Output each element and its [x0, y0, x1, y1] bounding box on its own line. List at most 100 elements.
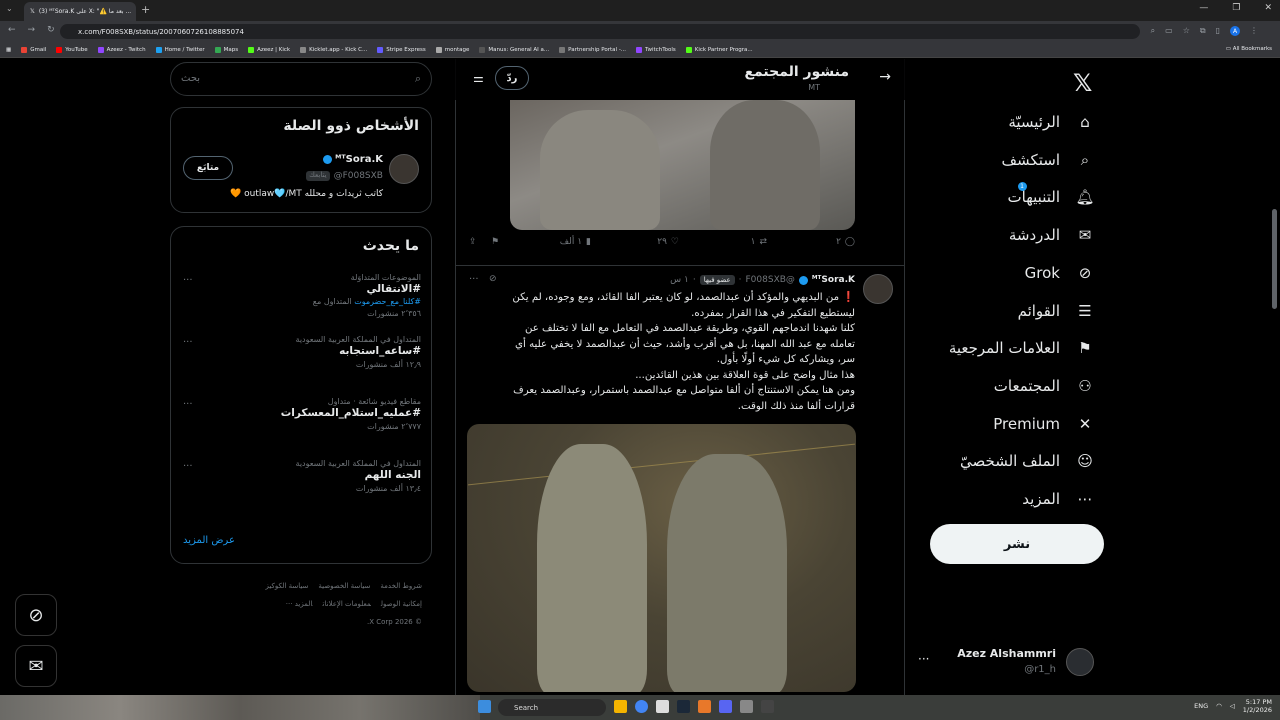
bookmark-item[interactable]: Kicklet.app - Kick C... [300, 46, 367, 53]
nav-item-x-premium[interactable]: ✕ Premium [993, 413, 1096, 435]
clock[interactable]: 5:17 PM 1/2/2026 [1243, 698, 1272, 714]
trend-more-icon[interactable]: ··· [183, 275, 193, 286]
person-name[interactable]: ᴹᵀSora.K [323, 154, 383, 165]
trend-item[interactable]: الموضوعات المتداوَلة #الانتقالي #كلنا_مع_ح… [183, 273, 421, 333]
browser-tab[interactable]: 𝕏 (3) ᴹᵀSora.K على X: "⚠️ بعد ما ... ✕ [24, 2, 136, 21]
nav-item-bookmark[interactable]: ⚑ العلامات المرجعية [949, 337, 1096, 359]
star-icon[interactable]: ☆ [1183, 26, 1190, 36]
more-options-icon[interactable]: ··· [469, 274, 479, 285]
bookmark-item[interactable]: montage [435, 46, 469, 53]
volume-icon[interactable]: ◁ [1230, 702, 1235, 710]
nav-item-list[interactable]: ☰ القوائم [1018, 300, 1096, 322]
windows-start-icon[interactable] [478, 700, 491, 713]
reload-button[interactable]: ↻ [47, 25, 55, 35]
trend-more-icon[interactable]: ··· [183, 399, 193, 410]
author-name[interactable]: ᴹᵀSora.K [812, 275, 855, 285]
nav-item-grok[interactable]: ⊘ Grok [1025, 262, 1096, 284]
footer-link[interactable]: المزيد ··· [286, 600, 313, 608]
nav-item-search[interactable]: ⌕ استكشف [1002, 149, 1096, 171]
like-action[interactable]: ٢٩ ♡ [657, 237, 679, 247]
trend-item[interactable]: مقاطع فيديو شائعة · متداول #عمليه_استلام_… [183, 397, 421, 457]
all-bookmarks[interactable]: ▭ All Bookmarks [1226, 46, 1272, 52]
profile-avatar[interactable]: A [1230, 26, 1240, 36]
author-handle[interactable]: @F008SXB [746, 275, 795, 285]
back-arrow-icon[interactable]: → [879, 69, 891, 85]
bookmark-action-icon[interactable]: ⚑ [491, 237, 499, 247]
repost-action[interactable]: ١ ⇄ [751, 237, 767, 247]
bookmark-item[interactable]: Home / Twitter [155, 46, 205, 53]
messages-float-button[interactable]: ✉ [15, 645, 57, 687]
bookmark-item[interactable]: Manus: General AI a... [479, 46, 549, 53]
back-button[interactable]: ← [8, 25, 16, 35]
grok-icon[interactable]: ⊘ [489, 274, 497, 284]
views-action[interactable]: ١ ألف ▮ [560, 237, 591, 247]
menu-icon[interactable]: ⋮ [1250, 26, 1258, 36]
cast-icon[interactable]: ▭ [1165, 26, 1173, 36]
minimize-button[interactable]: — [1199, 3, 1208, 13]
discord-icon[interactable] [719, 700, 732, 713]
bookmark-item[interactable]: Azeez | Kick [248, 46, 290, 53]
more-dots-icon[interactable]: ··· [918, 652, 929, 666]
taskbar-search[interactable]: Search [498, 699, 606, 716]
post-image[interactable] [467, 424, 856, 692]
related-hashtag-link[interactable]: #كلنا_مع_حضرموت [354, 297, 421, 306]
app-icon[interactable] [698, 700, 711, 713]
account-switcher[interactable]: Azez Alshammri @r1_h ··· [918, 644, 1108, 680]
nav-item-mail[interactable]: ✉ الدردشة [1009, 224, 1096, 246]
trend-more-icon[interactable]: ··· [183, 337, 193, 348]
bookmark-item[interactable]: YouTube [56, 46, 88, 53]
steam-icon[interactable] [677, 700, 690, 713]
bookmark-item[interactable]: TwitchTools [636, 46, 676, 53]
post-button[interactable]: نشر [930, 524, 1104, 564]
close-window-button[interactable]: ✕ [1264, 3, 1272, 13]
post-image-top[interactable] [510, 100, 855, 230]
nav-item-profile[interactable]: ☺ الملف الشخصيّ [960, 450, 1096, 472]
x-logo-icon[interactable]: 𝕏 [1073, 69, 1092, 97]
nav-item-home[interactable]: ⌂ الرئيسيّة [1008, 111, 1096, 133]
scrollbar[interactable] [1272, 209, 1277, 309]
post-time[interactable]: ١ س [670, 275, 689, 285]
maximize-button[interactable]: ❐ [1232, 3, 1240, 13]
footer-link[interactable]: سياسة الكوكيز [266, 582, 309, 590]
app-icon[interactable] [740, 700, 753, 713]
bookmark-item[interactable]: Azeez - Twitch [97, 46, 146, 53]
show-more-link[interactable]: عرض المزيد [183, 535, 235, 546]
footer-link[interactable]: إمكانية الوصول [381, 600, 422, 608]
store-icon[interactable] [656, 700, 669, 713]
nav-item-bell[interactable]: 🔔︎ التنبيهات 1 [1008, 182, 1096, 208]
app-icon[interactable] [761, 700, 774, 713]
footer-link[interactable]: سياسة الخصوصية [318, 582, 370, 590]
footer-link[interactable]: معلومات الإعلانات [323, 600, 371, 608]
share-icon[interactable]: ⇪ [469, 237, 477, 247]
author-avatar[interactable] [863, 274, 893, 304]
new-tab-button[interactable]: + [141, 3, 150, 16]
apps-icon[interactable]: ▦ [6, 47, 11, 53]
bookmark-item[interactable]: Gmail [21, 46, 46, 53]
file-explorer-icon[interactable] [614, 700, 627, 713]
zoom-icon[interactable]: ⌕ [1151, 26, 1155, 36]
trend-item[interactable]: المتداول في المملكة العربية السعودية الجن… [183, 459, 421, 519]
filter-icon[interactable]: ⚌ [473, 71, 484, 85]
nav-item-communities[interactable]: ⚇ المجتمعات [994, 375, 1096, 397]
following-button[interactable]: متابَع [183, 156, 233, 180]
bookmark-item[interactable]: Kick Partner Progra... [685, 46, 753, 53]
bookmark-item[interactable]: Partnership Portal -... [559, 46, 626, 53]
wifi-icon[interactable]: ◠ [1216, 702, 1222, 710]
sidebar-icon[interactable]: ▯ [1216, 26, 1220, 36]
forward-button[interactable]: → [28, 25, 36, 35]
tab-list-icon[interactable]: ⌄ [6, 4, 13, 13]
footer-link[interactable]: شروط الخدمة [380, 582, 422, 590]
bookmark-item[interactable]: Stripe Express [377, 46, 426, 53]
bookmark-item[interactable]: Maps [214, 46, 238, 53]
search-input[interactable]: بحث ⌕ [170, 62, 432, 96]
nav-item-more[interactable]: ⋯ المزيد [1022, 488, 1096, 510]
language-indicator[interactable]: ENG [1194, 702, 1208, 710]
trend-more-icon[interactable]: ··· [183, 461, 193, 472]
post[interactable]: ᴹᵀSora.K @F008SXB · عضو فيها · ١ س ⊘ ···… [455, 266, 905, 695]
chrome-icon[interactable] [635, 700, 648, 713]
reply-button[interactable]: ردّ [495, 66, 529, 90]
trend-item[interactable]: المتداول في المملكة العربية السعودية #ساع… [183, 335, 421, 395]
reply-action[interactable]: ٢ ◯ [836, 237, 855, 247]
close-tab-icon[interactable]: ✕ [135, 7, 136, 16]
extensions-icon[interactable]: ⧉ [1200, 26, 1206, 36]
